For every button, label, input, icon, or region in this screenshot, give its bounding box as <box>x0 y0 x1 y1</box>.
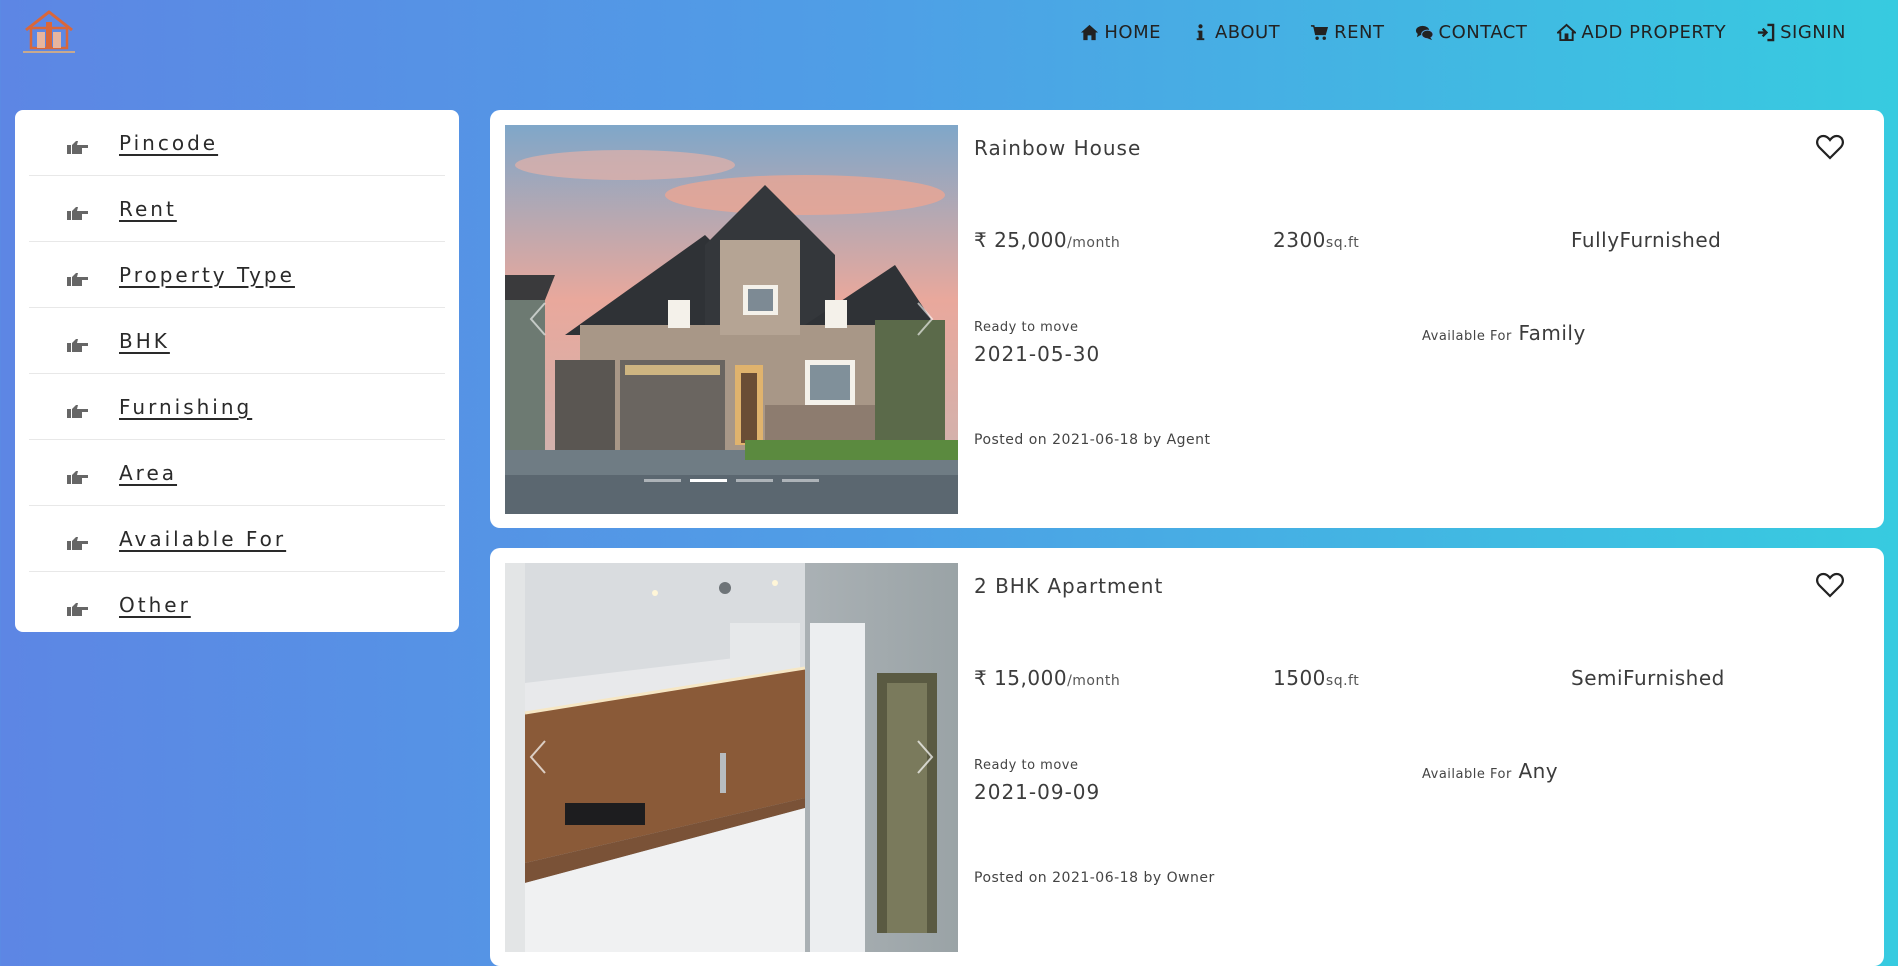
carousel-indicator[interactable] <box>782 479 819 482</box>
posted-info: Posted on 2021-06-18 by Agent <box>974 432 1211 448</box>
price-unit: /month <box>1067 673 1121 689</box>
posted-info: Posted on 2021-06-18 by Owner <box>974 870 1215 886</box>
add-home-icon <box>1557 23 1577 42</box>
comments-icon <box>1415 25 1434 41</box>
carousel-indicator-active[interactable] <box>690 479 727 482</box>
carousel-indicator[interactable] <box>736 479 773 482</box>
area-unit: sq.ft <box>1325 673 1360 689</box>
kitchen-photo <box>505 563 958 952</box>
nav-contact[interactable]: CONTACT <box>1415 22 1528 43</box>
hand-point-right-icon <box>67 602 88 616</box>
nav-rent-label: RENT <box>1334 22 1385 43</box>
nav-add-property[interactable]: ADD PROPERTY <box>1557 22 1726 43</box>
nav-contact-label: CONTACT <box>1438 22 1528 43</box>
available-for-value: Family <box>1518 321 1586 345</box>
carousel-indicator[interactable] <box>644 479 681 482</box>
info-icon <box>1196 24 1205 41</box>
nav-add-property-label: ADD PROPERTY <box>1581 22 1727 43</box>
property-area: 2300sq.ft <box>1273 228 1359 252</box>
hand-point-right-icon <box>67 272 88 286</box>
ready-to-move-label: Ready to move <box>974 758 1079 773</box>
image-carousel[interactable] <box>505 125 958 514</box>
filter-other[interactable]: Other <box>29 572 445 637</box>
carousel-next-icon[interactable] <box>914 739 936 775</box>
available-for-label: Available For <box>1422 329 1512 344</box>
available-for-label: Available For <box>1422 767 1512 782</box>
ready-to-move-label: Ready to move <box>974 320 1079 335</box>
area-value: 2300 <box>1273 228 1326 252</box>
filter-label: Area <box>119 460 178 485</box>
available-for-value: Any <box>1518 759 1559 783</box>
filter-label: BHK <box>119 328 170 353</box>
hand-point-right-icon <box>67 140 88 154</box>
house-logo-icon <box>23 10 75 53</box>
area-value: 1500 <box>1273 666 1326 690</box>
carousel-prev-icon[interactable] <box>527 301 549 337</box>
nav-about-label: ABOUT <box>1214 22 1281 43</box>
top-nav: HOME ABOUT RENT CONTACT ADD PROPERTY SIG… <box>1080 22 1846 43</box>
filter-sidebar: Pincode Rent Property Type BHK Furnishin… <box>15 110 459 632</box>
nav-home-label: HOME <box>1104 22 1161 43</box>
carousel-prev-icon[interactable] <box>527 739 549 775</box>
hand-point-right-icon <box>67 536 88 550</box>
carousel-indicators <box>505 479 958 482</box>
property-card[interactable]: 2 BHK Apartment ₹ 15,000/month 1500sq.ft… <box>490 548 1884 966</box>
filter-bhk[interactable]: BHK <box>29 308 445 374</box>
carousel-next-icon[interactable] <box>914 301 936 337</box>
filter-label: Available For <box>119 526 287 551</box>
hand-point-right-icon <box>67 404 88 418</box>
price-value: ₹ 25,000 <box>974 228 1068 252</box>
heart-icon[interactable] <box>1816 572 1844 598</box>
filter-label: Furnishing <box>119 394 253 419</box>
ready-date: 2021-05-30 <box>974 342 1101 366</box>
property-price: ₹ 25,000/month <box>974 228 1120 252</box>
price-unit: /month <box>1067 235 1121 251</box>
filter-label: Pincode <box>119 130 219 155</box>
cart-icon <box>1311 25 1329 40</box>
nav-signin-label: SIGNIN <box>1780 22 1846 43</box>
property-furnishing: FullyFurnished <box>1571 228 1722 252</box>
hand-point-right-icon <box>67 338 88 352</box>
nav-about[interactable]: ABOUT <box>1191 22 1280 43</box>
logo[interactable] <box>20 8 78 58</box>
nav-rent[interactable]: RENT <box>1310 22 1384 43</box>
home-icon <box>1081 24 1099 41</box>
price-value: ₹ 15,000 <box>974 666 1068 690</box>
filter-label: Property Type <box>119 262 295 287</box>
nav-home[interactable]: HOME <box>1080 22 1161 43</box>
available-for: Available For Family <box>1422 321 1586 345</box>
property-price: ₹ 15,000/month <box>974 666 1120 690</box>
filter-label: Rent <box>119 196 177 221</box>
filter-available-for[interactable]: Available For <box>29 506 445 572</box>
filter-property-type[interactable]: Property Type <box>29 242 445 308</box>
property-furnishing: SemiFurnished <box>1571 666 1725 690</box>
property-area: 1500sq.ft <box>1273 666 1359 690</box>
nav-signin[interactable]: SIGNIN <box>1756 22 1846 43</box>
filter-label: Other <box>119 592 191 617</box>
hand-point-right-icon <box>67 206 88 220</box>
filter-rent[interactable]: Rent <box>29 176 445 242</box>
filter-pincode[interactable]: Pincode <box>29 110 445 176</box>
hand-point-right-icon <box>67 470 88 484</box>
property-card[interactable]: Rainbow House ₹ 25,000/month 2300sq.ft F… <box>490 110 1884 528</box>
property-title[interactable]: Rainbow House <box>974 136 1141 160</box>
heart-icon[interactable] <box>1816 134 1844 160</box>
sign-in-icon <box>1757 23 1775 42</box>
area-unit: sq.ft <box>1325 235 1360 251</box>
filter-furnishing[interactable]: Furnishing <box>29 374 445 440</box>
filter-area[interactable]: Area <box>29 440 445 506</box>
house-photo <box>505 125 958 514</box>
image-carousel[interactable] <box>505 563 958 952</box>
ready-date: 2021-09-09 <box>974 780 1101 804</box>
available-for: Available For Any <box>1422 759 1558 783</box>
property-title[interactable]: 2 BHK Apartment <box>974 574 1163 598</box>
